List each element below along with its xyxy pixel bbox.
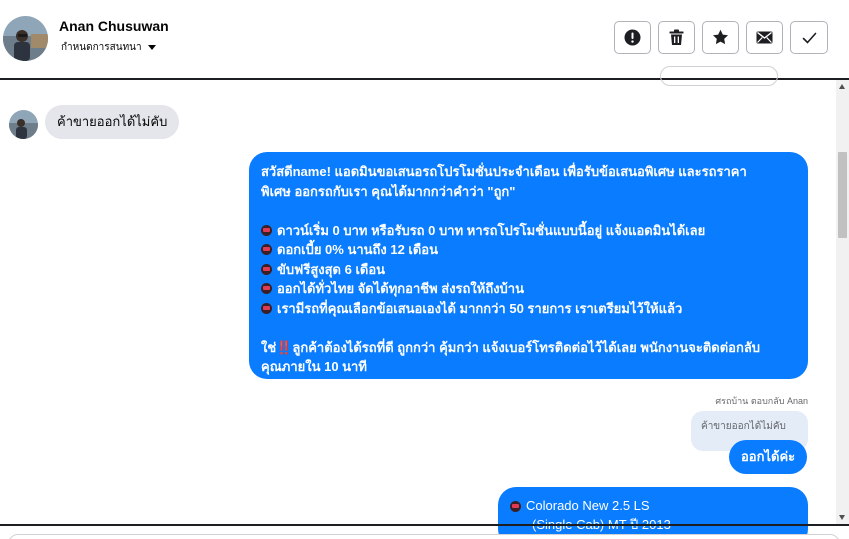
mark-unread-button[interactable] — [746, 21, 783, 54]
check-icon — [802, 32, 816, 44]
scrollbar-thumb[interactable] — [838, 152, 847, 238]
car-emoji-icon — [261, 283, 272, 295]
trash-icon — [669, 29, 684, 45]
outgoing-promo-message[interactable]: สวัสดีname! แอดมินขอเสนอรถโปรโมชั่นประจำ… — [249, 152, 808, 379]
incoming-message[interactable]: ค้าขายออกได้ไม่คับ — [45, 105, 180, 139]
reply-label: ศรถบ้าน ตอบกลับ Anan — [715, 396, 808, 406]
composer-divider — [0, 524, 849, 526]
car-emoji-icon — [510, 501, 521, 513]
header-actions — [614, 21, 828, 54]
promo-line-2: พิเศษ ออกรถกับเรา คุณได้มากกว่าคำว่า "ถู… — [261, 183, 516, 199]
caret-down-icon — [147, 45, 156, 50]
car-emoji-icon — [261, 224, 272, 236]
previous-message-edge — [660, 66, 778, 86]
outgoing-car-card[interactable]: Colorado New 2.5 LS (Single Cab) MT ปี 2… — [498, 487, 808, 539]
scroll-down-arrow-icon[interactable] — [839, 515, 845, 520]
delete-button[interactable] — [658, 21, 695, 54]
double-exclamation-icon: ‼️ — [276, 339, 293, 355]
report-button[interactable] — [614, 21, 651, 54]
promo-bullet: ดอกเบี้ย 0% นานถึง 12 เดือน — [261, 240, 796, 260]
promo-line-1: สวัสดีname! แอดมินขอเสนอรถโปรโมชั่นประจำ… — [261, 164, 747, 179]
promo-closing-line-2: คุณภายใน 10 นาที — [261, 359, 367, 374]
promo-closing: ใช่‼️ลูกค้าต้องได้รถที่ดี ถูกกว่า คุ้มกว… — [261, 339, 761, 355]
car-emoji-icon — [261, 263, 272, 275]
promo-bullet: ออกได้ทั่วไทย จัดได้ทุกอาชีพ ส่งรถให้ถึง… — [261, 279, 796, 299]
card-line-1: Colorado New 2.5 LS — [526, 498, 650, 513]
exclamation-circle-icon — [624, 29, 641, 46]
done-button[interactable] — [790, 21, 828, 54]
car-emoji-icon — [261, 244, 272, 256]
star-button[interactable] — [702, 21, 739, 54]
scroll-up-arrow-icon[interactable] — [839, 84, 845, 89]
contact-name[interactable]: Anan Chusuwan — [59, 18, 169, 34]
promo-bullet: ขับฟรีสูงสุด 6 เดือน — [261, 260, 796, 280]
envelope-icon — [756, 31, 773, 44]
sender-avatar[interactable] — [9, 110, 38, 139]
contact-avatar[interactable] — [3, 16, 48, 61]
conversation-settings-label: กำหนดการสนทนา — [61, 42, 142, 53]
outgoing-reply-message[interactable]: ออกได้ค่ะ — [729, 440, 808, 474]
star-icon — [713, 29, 728, 45]
car-emoji-icon — [261, 302, 272, 314]
message-composer[interactable] — [8, 534, 840, 539]
promo-bullet: เรามีรถที่คุณเลือกข้อเสนอเองได้ มากกว่า … — [261, 299, 796, 319]
conversation-settings-dropdown[interactable]: กำหนดการสนทนา — [61, 40, 156, 55]
promo-bullet: ดาวน์เริ่ม 0 บาท หรือรับรถ 0 บาท หารถโปร… — [261, 221, 796, 241]
chat-scrollbar[interactable] — [836, 80, 849, 524]
